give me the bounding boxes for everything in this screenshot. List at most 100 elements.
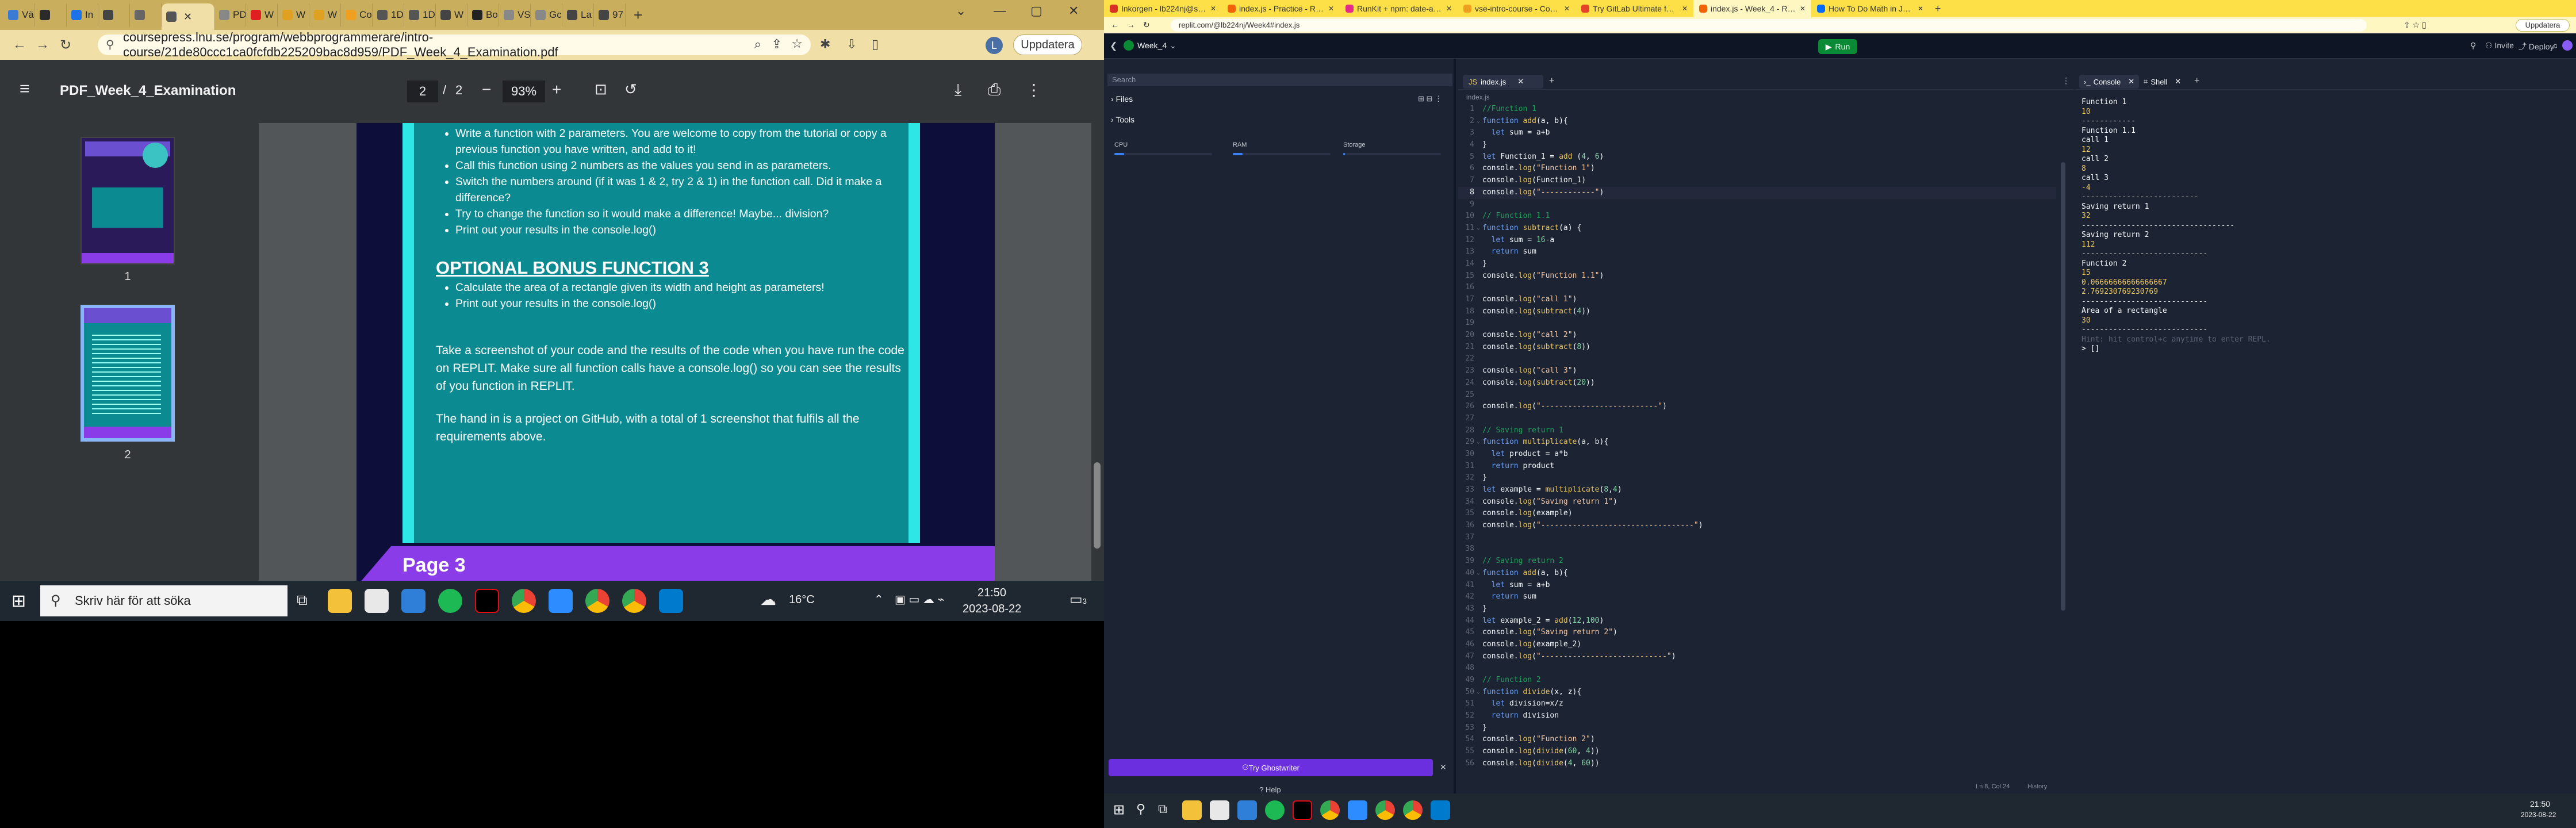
fold-icon[interactable]: [1477, 294, 1482, 306]
editor-breadcrumb[interactable]: index.js: [1466, 93, 1490, 101]
code-line[interactable]: 55 console. log(divide(60, 4)): [1458, 746, 2056, 758]
code-line[interactable]: 39 // Saving return 2: [1458, 555, 2056, 568]
code-line[interactable]: 15 console. log("Function 1.1"): [1458, 270, 2056, 282]
run-button[interactable]: ▶ Run: [1818, 39, 1857, 54]
close-tab-icon[interactable]: ✕: [1517, 77, 1524, 86]
tab-search-icon[interactable]: ⌄: [956, 3, 966, 18]
clock-time[interactable]: 21:50: [2530, 799, 2550, 808]
chrome-profile-icon[interactable]: [1375, 800, 1395, 820]
mail-icon[interactable]: [1237, 800, 1257, 820]
fold-icon[interactable]: ⌄: [1477, 436, 1482, 448]
code-line[interactable]: 24 console. log(subtract(20)): [1458, 377, 2056, 389]
code-line[interactable]: 11 ⌄ function subtract (a) {: [1458, 223, 2056, 235]
fold-icon[interactable]: [1477, 306, 1482, 318]
fold-icon[interactable]: [1477, 603, 1482, 615]
left-browser-tab[interactable]: Vä: [3, 3, 35, 26]
fold-icon[interactable]: ⌄: [1477, 116, 1482, 128]
netflix-icon[interactable]: [1293, 800, 1312, 820]
right-browser-tab[interactable]: vse-intro-course - CoursePress✕: [1458, 0, 1575, 17]
fold-icon[interactable]: [1477, 389, 1482, 401]
fold-icon[interactable]: [1477, 258, 1482, 270]
taskbar-search[interactable]: ⚲ Skriv här för att söka: [40, 585, 288, 616]
viewer-scrollbar[interactable]: [1091, 123, 1104, 581]
code-line[interactable]: 35 console. log (example): [1458, 508, 2056, 520]
update-button[interactable]: Uppdatera: [1013, 34, 1082, 55]
clock-time[interactable]: 21:50: [977, 586, 1006, 600]
code-line[interactable]: 16: [1458, 282, 2056, 294]
weather-temp[interactable]: 16°C: [789, 593, 815, 607]
close-tab-icon[interactable]: ✕: [1918, 5, 1923, 13]
clock-date[interactable]: 2023-08-22: [2521, 811, 2556, 819]
left-browser-tab[interactable]: Co: [341, 3, 373, 26]
fold-icon[interactable]: [1477, 496, 1482, 508]
code-line[interactable]: 56 console. log(divide(4, 60)): [1458, 758, 2056, 770]
editor-more-icon[interactable]: ⋮: [2062, 76, 2070, 86]
fold-icon[interactable]: [1477, 425, 1482, 437]
code-line[interactable]: 9: [1458, 199, 2056, 211]
code-line[interactable]: 43}: [1458, 603, 2056, 615]
left-browser-tab[interactable]: VS: [499, 3, 531, 26]
bookmark-star-icon[interactable]: ☆: [791, 36, 803, 51]
fold-icon[interactable]: [1477, 413, 1482, 425]
fold-icon[interactable]: [1477, 674, 1482, 687]
fold-icon[interactable]: [1477, 722, 1482, 734]
left-browser-tab[interactable]: In: [67, 3, 98, 26]
fold-icon[interactable]: [1477, 746, 1482, 758]
zoom-level-input[interactable]: 93%: [503, 80, 545, 102]
url-field[interactable]: ⚲ coursepress.lnu.se/program/webbprogram…: [98, 30, 811, 59]
left-browser-tab[interactable]: 1D: [404, 3, 436, 26]
code-line[interactable]: 26 console. log("-------------------------…: [1458, 401, 2056, 413]
left-browser-tab[interactable]: W: [436, 3, 467, 26]
fold-icon[interactable]: [1477, 472, 1482, 484]
fold-icon[interactable]: [1477, 651, 1482, 663]
code-line[interactable]: 14}: [1458, 258, 2056, 270]
fold-icon[interactable]: [1477, 555, 1482, 568]
back-icon[interactable]: ←: [8, 37, 31, 53]
chrome-icon[interactable]: [512, 589, 536, 613]
right-browser-tab[interactable]: index.js - Week_4 - Replit ✕: [1693, 0, 1811, 17]
zoom-icon[interactable]: ⌕: [754, 37, 761, 52]
code-line[interactable]: 12 let sum = 16 -a: [1458, 235, 2056, 247]
fold-icon[interactable]: [1477, 591, 1482, 603]
share-icon[interactable]: ⇪: [772, 37, 782, 52]
toolbar-icons[interactable]: ⇪ ☆ ▯: [2404, 20, 2426, 30]
fold-icon[interactable]: [1477, 662, 1482, 674]
console-output[interactable]: Function 1 10 ------------ Function 1.1 call…: [2082, 98, 2570, 354]
code-line[interactable]: 40 ⌄ function add (a, b){: [1458, 568, 2056, 580]
file-actions-icons[interactable]: ⊞ ⊟ ⋮: [1418, 94, 1442, 103]
code-line[interactable]: 25: [1458, 389, 2056, 401]
new-tab-icon[interactable]: +: [1549, 76, 1554, 86]
fold-icon[interactable]: [1477, 532, 1482, 544]
rotate-icon[interactable]: ↺: [624, 80, 637, 98]
fold-icon[interactable]: [1477, 461, 1482, 473]
code-line[interactable]: 37: [1458, 532, 2056, 544]
history-button[interactable]: History: [2027, 783, 2047, 790]
new-tab-button[interactable]: +: [634, 6, 642, 24]
fold-icon[interactable]: [1477, 508, 1482, 520]
fold-icon[interactable]: [1477, 103, 1482, 116]
left-browser-tab[interactable]: Bo: [467, 3, 499, 26]
maximize-icon[interactable]: ▢: [1030, 3, 1042, 18]
fold-icon[interactable]: [1477, 235, 1482, 247]
fold-icon[interactable]: [1477, 246, 1482, 258]
fold-icon[interactable]: ⌄: [1477, 223, 1482, 235]
code-line[interactable]: 5 let Function_1 = add (4, 6): [1458, 151, 2056, 163]
left-browser-tab[interactable]: W: [309, 3, 341, 26]
vscode-icon[interactable]: [659, 589, 683, 613]
close-tab-icon[interactable]: ✕: [1682, 5, 1688, 13]
left-browser-tab[interactable]: La: [562, 3, 594, 26]
code-line[interactable]: 48: [1458, 662, 2056, 674]
close-tab-icon[interactable]: ✕: [1210, 5, 1216, 13]
code-line[interactable]: 47 console. log("-------------------------…: [1458, 651, 2056, 663]
right-browser-tab[interactable]: index.js - Practice - Replit ✕: [1222, 0, 1340, 17]
code-line[interactable]: 31 return product: [1458, 461, 2056, 473]
search-icon[interactable]: ⚲: [1136, 802, 1145, 816]
close-tab-icon[interactable]: ✕: [1446, 5, 1452, 13]
code-line[interactable]: 10 // Function 1.1: [1458, 210, 2056, 223]
file-explorer-icon[interactable]: [328, 589, 352, 613]
store-icon[interactable]: [1210, 800, 1229, 820]
update-button[interactable]: Uppdatera: [2516, 19, 2570, 32]
close-ghostwriter-icon[interactable]: ✕: [1440, 762, 1447, 772]
netflix-icon[interactable]: [475, 589, 499, 613]
help-button[interactable]: ? Help: [1259, 785, 1281, 794]
